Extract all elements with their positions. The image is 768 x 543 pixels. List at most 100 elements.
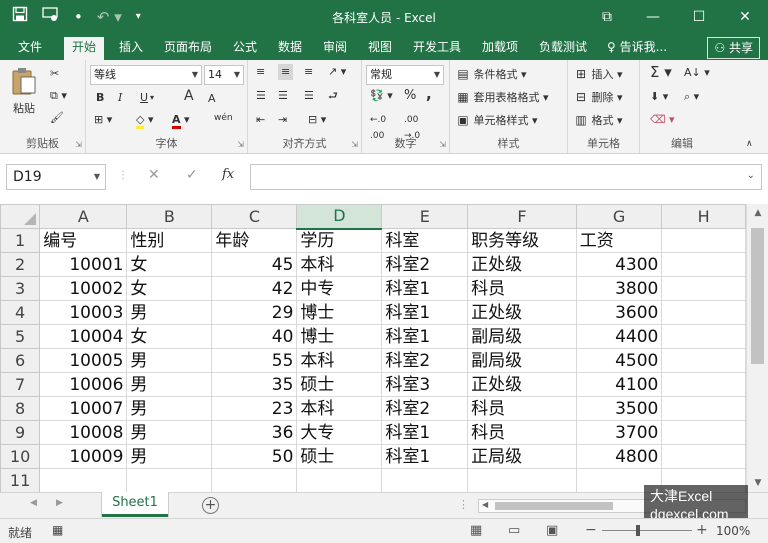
cell-g8[interactable]: 3500 — [575, 396, 663, 421]
cell-f4[interactable]: 正处级 — [467, 300, 577, 325]
cell-c8[interactable]: 23 — [211, 396, 298, 421]
cell-e5[interactable]: 科室1 — [381, 324, 469, 349]
cell-f5[interactable]: 副局级 — [467, 324, 577, 349]
cell-d3[interactable]: 中专 — [296, 276, 383, 301]
format-painter-icon[interactable]: 🖌 — [50, 110, 64, 126]
cell-d10[interactable]: 硕士 — [296, 444, 383, 469]
prev-sheet-icon[interactable]: ◀ — [30, 498, 37, 508]
paste-button[interactable]: 粘贴 — [10, 66, 38, 117]
wrap-text-icon[interactable]: ⮐ — [328, 88, 338, 104]
cell-h10[interactable] — [661, 444, 746, 469]
column-header-e[interactable]: E — [381, 204, 469, 229]
cell-e2[interactable]: 科室2 — [381, 252, 469, 277]
row-header[interactable]: 4 — [0, 300, 41, 325]
cell-b8[interactable]: 男 — [126, 396, 213, 421]
phonetic-icon[interactable]: wén — [214, 110, 233, 126]
select-all-corner[interactable] — [0, 204, 41, 229]
tab-split-handle-icon[interactable]: ⋮ — [458, 498, 469, 511]
scroll-thumb[interactable] — [751, 228, 764, 364]
cell-b9[interactable]: 男 — [126, 420, 213, 445]
tab-page-layout[interactable]: 页面布局 — [164, 38, 212, 56]
scroll-left-icon[interactable]: ◀ — [482, 500, 488, 509]
percent-button[interactable]: % — [404, 88, 416, 104]
align-left-icon[interactable]: ☰ — [256, 88, 266, 104]
tab-developer[interactable]: 开发工具 — [413, 38, 461, 56]
cell-h7[interactable] — [661, 372, 746, 397]
cell-b11[interactable] — [126, 468, 213, 492]
zoom-level[interactable]: 100% — [716, 524, 750, 538]
row-header[interactable]: 8 — [0, 396, 41, 421]
cell-e4[interactable]: 科室1 — [381, 300, 469, 325]
column-header-h[interactable]: H — [661, 204, 746, 229]
cell-b1[interactable]: 性别 — [126, 228, 213, 253]
cell-c10[interactable]: 50 — [211, 444, 298, 469]
enter-icon[interactable]: ✓ — [186, 167, 198, 183]
cell-c3[interactable]: 42 — [211, 276, 298, 301]
grow-font-button[interactable]: A — [184, 88, 194, 104]
close-button[interactable]: ✕ — [722, 0, 768, 34]
formula-input[interactable]: ⌄ — [250, 164, 762, 190]
row-header[interactable]: 10 — [0, 444, 41, 469]
increase-indent-icon[interactable]: ⇥ — [278, 112, 287, 128]
row-header[interactable]: 6 — [0, 348, 41, 373]
column-header-f[interactable]: F — [467, 204, 577, 229]
cell-c2[interactable]: 45 — [211, 252, 298, 277]
cell-h1[interactable] — [661, 228, 746, 253]
insert-cells-button[interactable]: ⊞ 插入 ▾ — [574, 66, 623, 83]
scroll-down-icon[interactable]: ▼ — [747, 478, 768, 488]
cell-b10[interactable]: 男 — [126, 444, 213, 469]
tab-formulas[interactable]: 公式 — [233, 38, 257, 56]
font-size-select[interactable]: 14 ▼ — [204, 65, 244, 85]
cell-c5[interactable]: 40 — [211, 324, 298, 349]
cell-f2[interactable]: 正处级 — [467, 252, 577, 277]
sort-filter-icon[interactable]: A↓ ▾ — [684, 65, 710, 81]
row-header[interactable]: 3 — [0, 276, 41, 301]
decrease-indent-icon[interactable]: ⇤ — [256, 112, 265, 128]
cancel-icon[interactable]: ✕ — [148, 167, 160, 183]
cell-f7[interactable]: 正处级 — [467, 372, 577, 397]
cell-e10[interactable]: 科室1 — [381, 444, 469, 469]
cell-e11[interactable] — [381, 468, 469, 492]
cell-g7[interactable]: 4100 — [575, 372, 663, 397]
tell-me-box[interactable]: ♀ 告诉我... — [607, 38, 667, 56]
cell-e7[interactable]: 科室3 — [381, 372, 469, 397]
fill-color-icon[interactable]: ◇ ▾ — [136, 112, 154, 129]
cell-a4[interactable]: 10003 — [39, 300, 128, 325]
page-layout-view-icon[interactable]: ▭ — [508, 523, 520, 538]
comma-style-button[interactable]: , — [426, 86, 432, 102]
tab-data[interactable]: 数据 — [278, 38, 302, 56]
cell-styles-button[interactable]: ▣ 单元格样式 ▾ — [456, 112, 537, 129]
cell-a2[interactable]: 10001 — [39, 252, 128, 277]
ribbon-display-options-icon[interactable]: ⧉ — [584, 0, 630, 34]
format-as-table-button[interactable]: ▦ 套用表格格式 ▾ — [456, 89, 548, 106]
cell-d2[interactable]: 本科 — [296, 252, 383, 277]
zoom-in-icon[interactable]: + — [696, 522, 708, 538]
tab-addins[interactable]: 加载项 — [482, 38, 518, 56]
cell-a6[interactable]: 10005 — [39, 348, 128, 373]
zoom-slider[interactable] — [602, 530, 692, 531]
orientation-icon[interactable]: ↗ ▾ — [328, 64, 346, 80]
cell-d9[interactable]: 大专 — [296, 420, 383, 445]
tab-insert[interactable]: 插入 — [119, 38, 143, 56]
cell-d1[interactable]: 学历 — [296, 228, 383, 253]
delete-cells-button[interactable]: ⊟ 删除 ▾ — [574, 89, 623, 106]
tab-file[interactable]: 文件 — [18, 38, 42, 56]
cell-e8[interactable]: 科室2 — [381, 396, 469, 421]
cell-b7[interactable]: 男 — [126, 372, 213, 397]
cell-f1[interactable]: 职务等级 — [467, 228, 577, 253]
cell-g2[interactable]: 4300 — [575, 252, 663, 277]
shrink-font-button[interactable]: A — [208, 91, 216, 107]
cell-h2[interactable] — [661, 252, 746, 277]
align-right-icon[interactable]: ☰ — [304, 88, 314, 104]
add-sheet-icon[interactable]: + — [202, 497, 219, 514]
tab-view[interactable]: 视图 — [368, 38, 392, 56]
cell-e3[interactable]: 科室1 — [381, 276, 469, 301]
cell-a3[interactable]: 10002 — [39, 276, 128, 301]
underline-button[interactable]: U — [140, 90, 148, 106]
zoom-slider-thumb[interactable] — [636, 525, 640, 536]
column-header-g[interactable]: G — [575, 204, 663, 229]
cell-e9[interactable]: 科室1 — [381, 420, 469, 445]
dialog-launcher-icon[interactable]: ⇲ — [351, 140, 358, 149]
cell-b3[interactable]: 女 — [126, 276, 213, 301]
align-middle-icon[interactable]: ≡ — [278, 64, 294, 80]
